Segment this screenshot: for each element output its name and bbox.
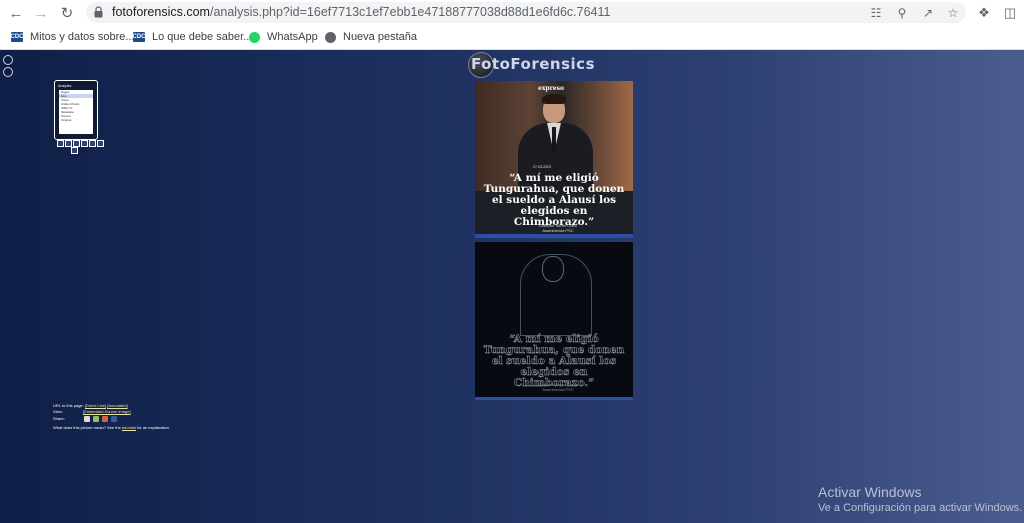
menu-icon[interactable] [3, 55, 13, 65]
tutorials-link[interactable]: tutorials [122, 425, 136, 430]
share-twitter-icon[interactable] [102, 416, 109, 422]
reload-icon[interactable]: ↻ [57, 3, 77, 23]
annotated-link[interactable]: [Annotated] [107, 403, 127, 408]
mini-button[interactable] [73, 140, 80, 147]
share-reddit-icon[interactable] [93, 416, 100, 422]
analysis-panel: Analysis: Digest ELA Clone Hidden Pixels… [54, 80, 98, 140]
photo-date: 27-03-2023 [533, 165, 551, 169]
bookmarks-bar: CDC Mitos y datos sobre... CDC Lo que de… [0, 25, 1024, 50]
site-logo[interactable]: FotoForensics [466, 50, 606, 78]
share-copy-icon[interactable] [84, 416, 91, 422]
mini-button[interactable] [57, 140, 64, 147]
extensions-icon[interactable]: ❖ [974, 3, 994, 23]
whatsapp-icon [249, 31, 260, 43]
browser-toolbar: ← → ↻ fotoforensics.com/analysis.php?id=… [0, 0, 1024, 25]
forward-arrow-icon[interactable]: → [31, 3, 51, 23]
translate-icon[interactable]: ☷ [868, 5, 884, 21]
photo-quote: “A mí me eligió Tungurahua, que donen el… [483, 172, 625, 228]
address-bar[interactable]: fotoforensics.com/analysis.php?id=16ef77… [86, 2, 966, 23]
ela-image: “A mí me eligió Tungurahua, que donen el… [475, 242, 633, 400]
mini-button[interactable] [89, 140, 96, 147]
share-facebook-icon[interactable] [111, 416, 118, 422]
refresh-icon[interactable] [3, 67, 13, 77]
bookmark-mitos[interactable]: CDC Mitos y datos sobre... [11, 29, 135, 45]
mini-button[interactable] [65, 140, 72, 147]
mini-button[interactable] [71, 147, 78, 154]
fotoforensics-page: FotoForensics Analysis: Digest ELA Clone… [0, 50, 1024, 523]
photo-attribution: Esteban Torres Cobo Asambleísta PSC [539, 223, 577, 233]
bookmark-star-icon[interactable]: ☆ [945, 5, 961, 21]
bookmark-nueva-pestana[interactable]: Nueva pestaña [325, 29, 417, 45]
photo-brand: expreso [538, 85, 564, 92]
share-icon[interactable]: ↗ [920, 5, 936, 21]
analysis-buttons [57, 140, 104, 147]
bookmark-whatsapp[interactable]: WhatsApp [249, 29, 318, 45]
lock-icon [94, 6, 103, 18]
direct-link[interactable]: [Direct Link] [85, 403, 106, 408]
windows-activation-watermark: Activar Windows Ve a Configuración para … [818, 484, 1023, 514]
cdc-icon: CDC [10, 32, 24, 42]
mini-button[interactable] [97, 140, 104, 147]
cdc-icon: CDC [132, 32, 146, 42]
bookmark-lo-que-debe[interactable]: CDC Lo que debe saber... [132, 29, 253, 45]
side-panel-icon[interactable]: ◫ [1000, 3, 1020, 23]
zoom-icon[interactable]: ⚲ [894, 5, 910, 21]
analysis-select[interactable]: Digest ELA Clone Hidden Pixels JPEG % Me… [59, 90, 93, 134]
back-arrow-icon[interactable]: ← [6, 3, 26, 23]
globe-icon [325, 31, 336, 43]
url-text: fotoforensics.com/analysis.php?id=16ef77… [112, 5, 611, 19]
mini-button[interactable] [81, 140, 88, 147]
source-image: expreso 27-03-2023 “A mí me eligió Tungu… [475, 81, 633, 235]
embedded-source-link[interactable]: [Embedded Source Image] [83, 409, 131, 414]
